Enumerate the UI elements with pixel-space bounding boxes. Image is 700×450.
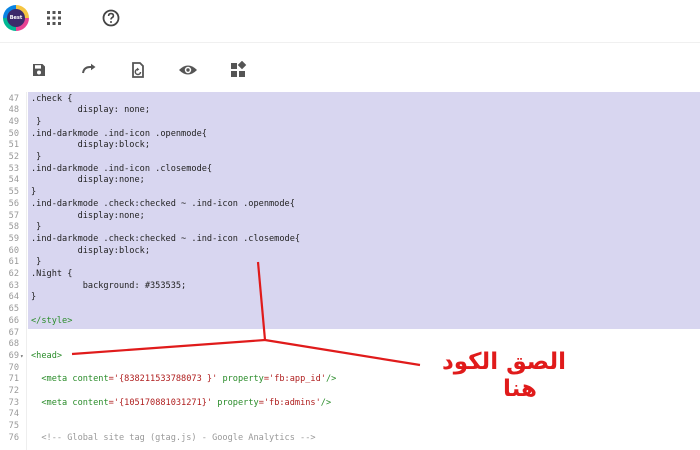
arrow-vertical-line <box>256 261 267 341</box>
arrow-to-label-line <box>264 338 421 367</box>
annotation-paste-code: الصق الكود <box>441 349 566 375</box>
annotation-arrows <box>71 261 421 367</box>
arrow-to-head-line <box>71 338 266 356</box>
annotation-here: هنا <box>503 376 537 402</box>
